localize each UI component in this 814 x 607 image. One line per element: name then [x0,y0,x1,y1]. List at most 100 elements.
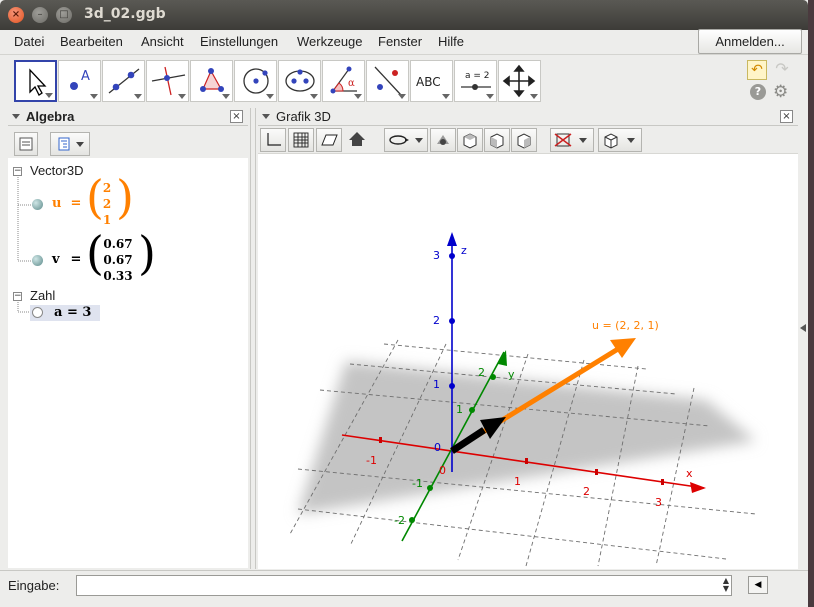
category-label: Zahl [30,288,56,303]
input-field[interactable]: ▲ ▼ [76,575,732,596]
undo-icon: ↶ [751,62,763,78]
menu-bar: Datei Bearbeiten Ansicht Einstellungen W… [0,30,808,54]
origin-label: 0 [434,441,441,454]
rotate-view-dropdown[interactable] [384,128,428,152]
perspective-side-panel-toggle[interactable] [798,108,808,569]
x-tick-label: 2 [583,485,590,498]
close-graphics3d-panel-button[interactable]: × [780,110,793,123]
visibility-toggle-a[interactable] [32,307,43,318]
view-xz-plane-button[interactable] [484,128,510,152]
toolbar: A α ABC a = 2 [0,54,808,108]
equals-sign: = [66,252,82,267]
view-yz-plane-button[interactable] [511,128,537,152]
close-window-button[interactable]: × [8,7,24,23]
perpendicular-line-tool-button[interactable] [146,60,189,102]
vector-u-z: 1 [102,213,112,227]
x-axis-label: x [686,467,693,480]
panel-menu-triangle-icon[interactable] [12,114,20,119]
grid-icon [293,132,309,148]
y-tick-label: -2 [394,514,405,527]
cube-front-icon [490,133,504,149]
undo-button[interactable]: ↶ [747,60,767,80]
visibility-toggle-v[interactable] [32,255,43,266]
panel-divider[interactable] [250,108,256,569]
view-direction-icon [437,135,449,145]
x-tick-label: 1 [514,475,521,488]
history-arrows-icon[interactable]: ▲ ▼ [723,577,729,593]
redo-icon: ↷ [775,59,789,78]
title-bar: × – □ 3d_02.ggb [0,0,808,30]
move-tool-button[interactable] [14,60,57,102]
menu-ansicht[interactable]: Ansicht [141,34,184,49]
point-tool-button[interactable]: A [58,60,101,102]
algebra-list: − Vector3D u = ( 2 2 1 ) v = ( 0.67 0.67… [8,158,248,568]
vector-u-label: u = (2, 2, 1) [592,319,659,332]
menu-datei[interactable]: Datei [14,34,44,49]
slider-tool-button[interactable]: a = 2 [454,60,497,102]
circle-tool-button[interactable] [234,60,277,102]
close-algebra-panel-button[interactable]: × [230,110,243,123]
show-grid-toggle[interactable] [288,128,314,152]
maximize-window-button[interactable]: □ [56,7,72,23]
menu-einstellungen[interactable]: Einstellungen [200,34,278,49]
login-button[interactable]: Anmelden... [698,29,802,54]
keyboard-toggle-button[interactable]: ◀ [748,576,768,594]
vector-v-z: 0.33 [103,269,133,283]
show-plane-toggle[interactable] [316,128,342,152]
reflect-tool-button[interactable] [366,60,409,102]
graphics3d-style-bar [258,126,798,154]
menu-werkzeuge[interactable]: Werkzeuge [297,34,363,49]
slider-a-value: a = 3 [54,305,92,320]
angle-tool-button[interactable]: α [322,60,365,102]
auxiliary-objects-toggle[interactable] [14,132,38,156]
x-tick-label: 3 [655,496,662,509]
view-from-front-button[interactable] [430,128,456,152]
home-icon [349,132,365,146]
right-paren: ) [116,170,134,224]
input-bar: Eingabe: ▲ ▼ ◀ [0,570,808,600]
menu-hilfe[interactable]: Hilfe [438,34,464,49]
polygon-tool-button[interactable] [190,60,233,102]
panel-menu-triangle-icon[interactable] [262,114,270,119]
visibility-toggle-u[interactable] [32,199,43,210]
minimize-window-button[interactable]: – [32,7,48,23]
ellipse-tool-button[interactable] [278,60,321,102]
geogebra-window: × – □ 3d_02.ggb Datei Bearbeiten Ansicht… [0,0,808,607]
menu-bearbeiten[interactable]: Bearbeiten [60,34,123,49]
chevron-left-icon [800,324,806,332]
svg-text:a = 2: a = 2 [465,71,490,81]
vector-v-name: v [52,252,60,267]
sort-by-dropdown[interactable] [50,132,90,156]
axes-icon [267,133,281,146]
menu-fenster[interactable]: Fenster [378,34,422,49]
projection-dropdown[interactable] [598,128,642,152]
help-icon[interactable]: ? [750,84,766,100]
vector-v-y: 0.67 [103,253,133,267]
svg-text:A: A [81,69,90,84]
window-title: 3d_02.ggb [84,6,166,22]
redo-button[interactable]: ↷ [772,60,792,80]
y-tick-label: 1 [456,403,463,416]
plane-icon [321,134,338,146]
vector-u-x: 2 [102,181,112,195]
svg-text:ABC: ABC [416,75,441,89]
gear-icon[interactable]: ⚙ [773,82,788,102]
tree-sort-icon [58,137,84,151]
collapse-zahl-toggle[interactable]: − [13,292,22,301]
x-tick-label: -1 [366,454,377,467]
projection-icon [604,133,635,149]
view-xy-plane-button[interactable] [457,128,483,152]
line-tool-button[interactable] [102,60,145,102]
standard-view-button[interactable] [346,128,368,152]
y-tick-label: 2 [478,366,485,379]
collapse-vector3d-toggle[interactable]: − [13,167,22,176]
input-label: Eingabe: [8,578,60,593]
svg-text:α: α [348,78,355,89]
graphics3d-canvas[interactable]: x -1 1 2 3 y -2 -1 1 2 z 1 2 3 0 0 u = (… [258,153,798,569]
move-graphics-view-tool-button[interactable] [498,60,541,102]
show-axes-toggle[interactable] [260,128,286,152]
keyboard-icon: ◀ [754,580,762,590]
clipping-dropdown[interactable] [550,128,594,152]
rotate-icon [389,135,423,145]
text-tool-button[interactable]: ABC [410,60,453,102]
